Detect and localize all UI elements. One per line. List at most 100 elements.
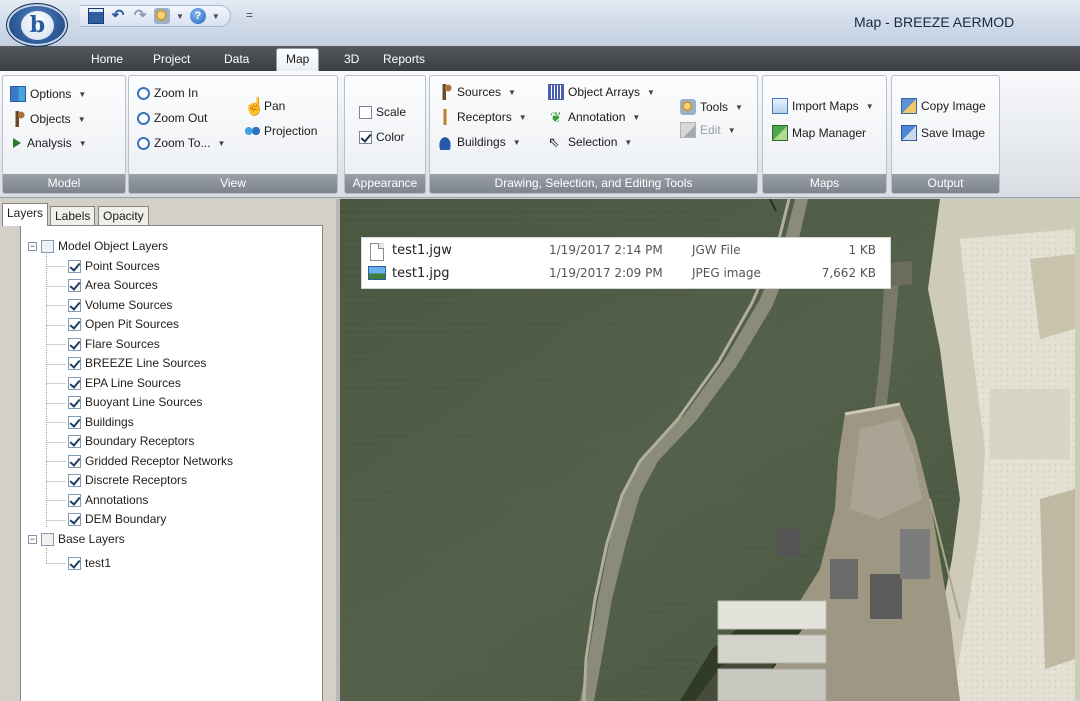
layer-checkbox[interactable] xyxy=(68,454,81,468)
object-arrays-button[interactable]: Object Arrays ▼ xyxy=(548,84,655,100)
tree-node-dem-boundary[interactable]: DEM Boundary xyxy=(68,510,166,528)
layer-checkbox[interactable] xyxy=(68,317,81,331)
zoom-in-button[interactable]: Zoom In xyxy=(137,86,198,100)
analysis-button[interactable]: Analysis ▼ xyxy=(10,136,87,150)
tree-node-base-layers[interactable]: − Base Layers xyxy=(28,530,125,548)
tree-node-annotations[interactable]: Annotations xyxy=(68,491,148,509)
collapse-icon[interactable]: − xyxy=(28,241,37,251)
tab-layers[interactable]: Layers xyxy=(2,203,49,226)
tree-node-area-sources[interactable]: Area Sources xyxy=(68,276,158,294)
tab-home[interactable]: Home xyxy=(91,52,123,66)
layer-checkbox[interactable] xyxy=(68,415,81,429)
zoom-in-label: Zoom In xyxy=(154,86,199,100)
help-icon[interactable]: ? xyxy=(189,8,206,24)
objects-button[interactable]: Objects ▼ xyxy=(10,111,86,127)
import-maps-label: Import Maps xyxy=(792,99,859,113)
tree-node-buildings[interactable]: Buildings xyxy=(68,413,134,431)
tree-node-point-sources[interactable]: Point Sources xyxy=(68,257,160,275)
tools-icon[interactable] xyxy=(154,8,170,24)
tree-node-volume-sources[interactable]: Volume Sources xyxy=(68,296,172,314)
tree-node-label: Open Pit Sources xyxy=(85,317,180,331)
scale-check-box[interactable] xyxy=(359,105,372,119)
tree-node-gridded-receptor-networks[interactable]: Gridded Receptor Networks xyxy=(68,452,233,470)
tree-node-flare-sources[interactable]: Flare Sources xyxy=(68,335,160,353)
save-image-button[interactable]: Save Image xyxy=(901,125,985,141)
tab-reports[interactable]: Reports xyxy=(383,52,425,66)
zoom-to-button[interactable]: Zoom To... ▼ xyxy=(137,136,225,150)
copy-image-button[interactable]: Copy Image xyxy=(901,98,986,114)
tools-button[interactable]: Tools ▼ xyxy=(680,99,743,115)
copy-image-icon xyxy=(901,98,917,114)
layer-checkbox[interactable] xyxy=(68,395,81,409)
tree-node-open-pit-sources[interactable]: Open Pit Sources xyxy=(68,315,179,333)
pan-button[interactable]: ☝ Pan xyxy=(244,98,285,115)
options-button[interactable]: Options ▼ xyxy=(10,86,86,102)
quick-access-toolbar: ↶ ↷ ▼ ? ▼ xyxy=(80,5,231,27)
scale-checkbox[interactable]: Scale xyxy=(359,105,406,119)
tree-node-model-layers[interactable]: − Model Object Layers xyxy=(28,237,168,255)
customize-toolbar-button[interactable]: = xyxy=(246,8,253,22)
import-maps-button[interactable]: Import Maps ▼ xyxy=(772,98,874,114)
chevron-down-icon[interactable]: ▼ xyxy=(212,12,220,21)
zoom-to-icon xyxy=(137,136,150,150)
layer-checkbox[interactable] xyxy=(68,376,81,390)
color-checkbox[interactable]: Color xyxy=(359,130,405,144)
title-bar: b ↶ ↷ ▼ ? ▼ = Map - BREEZE AERMOD xyxy=(0,0,1080,47)
receptors-button[interactable]: Receptors ▼ xyxy=(437,109,527,125)
tree-node-label: BREEZE Line Sources xyxy=(85,356,207,370)
layer-checkbox[interactable] xyxy=(41,239,54,253)
document-icon xyxy=(370,243,384,261)
receptors-label: Receptors xyxy=(457,110,512,124)
file-name: test1.jgw xyxy=(392,243,452,258)
tab-3d[interactable]: 3D xyxy=(344,52,359,66)
color-check-box[interactable] xyxy=(359,130,372,144)
zoom-out-button[interactable]: Zoom Out xyxy=(137,111,207,125)
annotation-icon: ❦ xyxy=(550,109,562,125)
layer-checkbox[interactable] xyxy=(68,434,81,448)
projection-icon xyxy=(244,123,260,139)
selection-button[interactable]: ⇖ Selection ▼ xyxy=(548,134,632,150)
window-title: Map - BREEZE AERMOD xyxy=(854,14,1015,30)
tree-node-buoyant-line-sources[interactable]: Buoyant Line Sources xyxy=(68,393,202,411)
layer-checkbox[interactable] xyxy=(68,512,81,526)
layer-checkbox[interactable] xyxy=(68,259,81,273)
tab-data[interactable]: Data xyxy=(224,52,249,66)
tree-node-label: Flare Sources xyxy=(85,337,160,351)
annotation-button[interactable]: ❦ Annotation ▼ xyxy=(548,109,640,125)
tree-node-breeze-line-sources[interactable]: BREEZE Line Sources xyxy=(68,354,206,372)
sources-button[interactable]: Sources ▼ xyxy=(437,84,516,100)
application-button[interactable]: b xyxy=(6,3,68,47)
chevron-down-icon[interactable]: ▼ xyxy=(176,12,184,21)
tree-node-discrete-receptors[interactable]: Discrete Receptors xyxy=(68,471,187,489)
edit-button[interactable]: Edit ▼ xyxy=(680,122,736,138)
undo-icon[interactable]: ↶ xyxy=(110,8,126,24)
save-icon[interactable] xyxy=(88,8,104,24)
layer-checkbox[interactable] xyxy=(68,473,81,487)
file-row[interactable]: test1.jgw 1/19/2017 2:14 PM JGW File 1 K… xyxy=(362,240,890,263)
tree-node-boundary-receptors[interactable]: Boundary Receptors xyxy=(68,432,194,450)
tab-opacity[interactable]: Opacity xyxy=(98,206,149,225)
buildings-button[interactable]: Buildings ▼ xyxy=(437,134,521,150)
file-type: JGW File xyxy=(692,243,741,257)
projection-button[interactable]: Projection xyxy=(244,123,317,139)
edit-icon xyxy=(680,122,696,138)
copy-image-label: Copy Image xyxy=(921,99,986,113)
collapse-icon[interactable]: − xyxy=(28,534,37,544)
file-row[interactable]: test1.jpg 1/19/2017 2:09 PM JPEG image 7… xyxy=(362,263,890,286)
tab-project[interactable]: Project xyxy=(153,52,190,66)
layer-checkbox[interactable] xyxy=(68,278,81,292)
layer-checkbox[interactable] xyxy=(68,298,81,312)
layer-checkbox[interactable] xyxy=(68,493,81,507)
tree-node-test1[interactable]: test1 xyxy=(68,554,111,572)
redo-icon[interactable]: ↷ xyxy=(132,8,148,24)
layer-checkbox[interactable] xyxy=(41,532,54,546)
layers-panel: Layers Labels Opacity − Model Object Lay… xyxy=(0,199,336,701)
tree-node-epa-line-sources[interactable]: EPA Line Sources xyxy=(68,374,181,392)
scale-label: Scale xyxy=(376,105,407,119)
tab-labels[interactable]: Labels xyxy=(50,206,96,225)
layer-checkbox[interactable] xyxy=(68,337,81,351)
layer-checkbox[interactable] xyxy=(68,356,81,370)
layer-checkbox[interactable] xyxy=(68,556,81,570)
file-size: 7,662 KB xyxy=(821,266,876,280)
map-manager-button[interactable]: Map Manager xyxy=(772,125,866,141)
